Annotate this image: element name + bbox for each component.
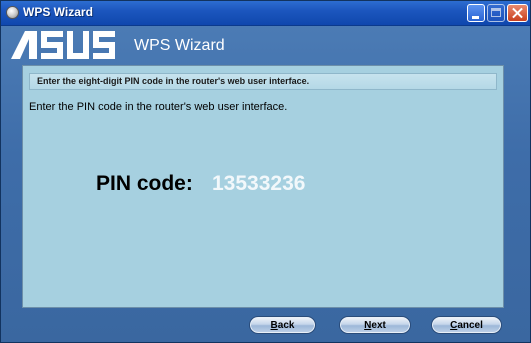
next-label: ext [371, 320, 386, 331]
close-icon[interactable] [507, 4, 528, 22]
instruction-text: Enter the eight-digit PIN code in the ro… [37, 76, 310, 86]
pin-code-value: 13533236 [212, 172, 306, 195]
wizard-title: WPS Wizard [134, 37, 225, 54]
wps-disc-icon [6, 6, 19, 19]
content-panel: Enter the eight-digit PIN code in the ro… [22, 65, 504, 308]
window-title: WPS Wizard [23, 5, 93, 19]
pin-code-label: PIN code: [96, 172, 193, 195]
wps-wizard-window: WPS Wizard WPS Wizard Enter the eight-di… [0, 0, 531, 343]
asus-logo [11, 31, 115, 59]
cancel-button[interactable]: Cancel [431, 316, 502, 334]
back-label: ack [277, 320, 295, 331]
next-button[interactable]: Next [339, 316, 411, 334]
back-access-key: B [270, 320, 278, 331]
maximize-icon[interactable] [487, 4, 505, 22]
step-description: Enter the PIN code in the router's web u… [29, 101, 288, 113]
back-button[interactable]: Back [249, 316, 316, 334]
minimize-icon[interactable] [467, 4, 485, 22]
instruction-bar: Enter the eight-digit PIN code in the ro… [29, 73, 497, 90]
title-bar[interactable]: WPS Wizard [1, 1, 530, 26]
cancel-label: ancel [457, 320, 483, 331]
